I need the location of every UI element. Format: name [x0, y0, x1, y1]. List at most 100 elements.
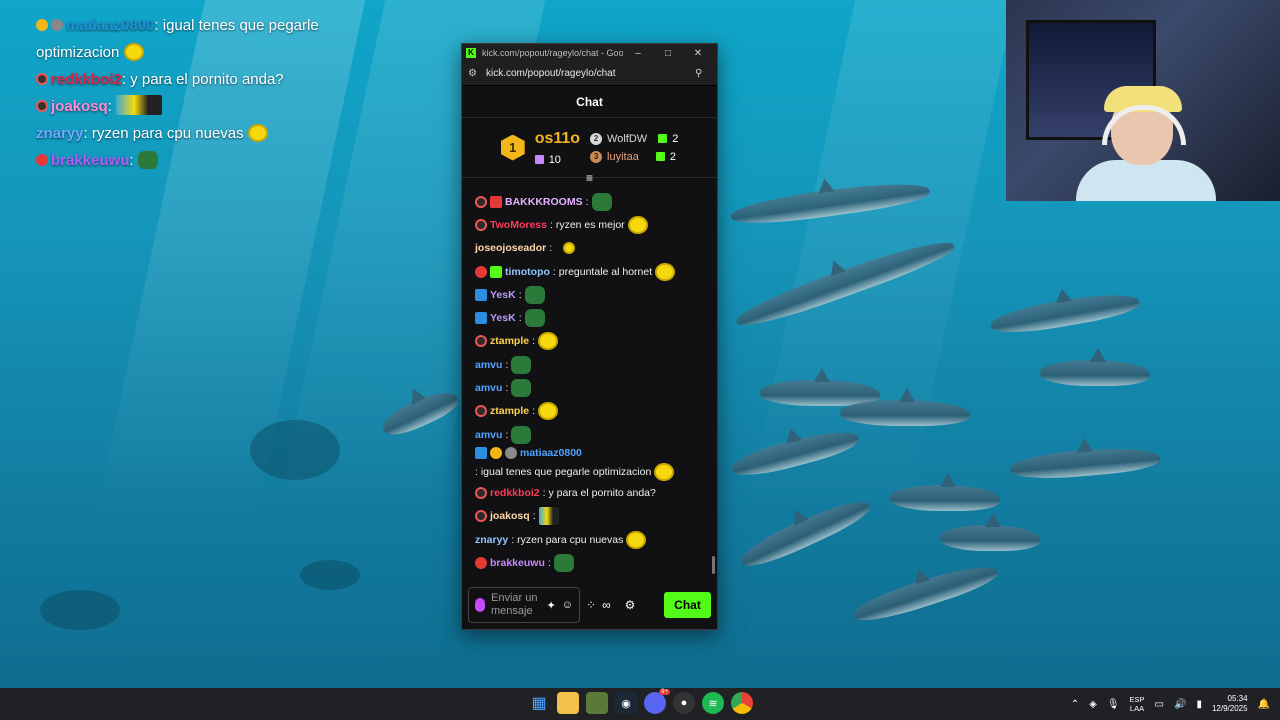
- windows-taskbar: ▦ ◉ 9+ ● ≋ ⌃ ◈ 🎙 ESP LAA ▭ 🔊 ▮ 05:34 12/…: [0, 688, 1280, 720]
- message-text: :: [518, 288, 522, 301]
- sparkle-icon[interactable]: ✦: [547, 599, 556, 612]
- discord-icon[interactable]: 9+: [644, 689, 670, 714]
- show-hidden-icons-chevron-icon[interactable]: ⌃: [1071, 699, 1079, 710]
- chat-message[interactable]: TwoMoress: ryzen es mejor: [475, 213, 707, 236]
- start-menu-icon[interactable]: ▦: [528, 692, 550, 714]
- expand-leaderboard-icon[interactable]: ≡: [586, 171, 593, 185]
- webcam-person-body: [1076, 160, 1216, 201]
- leaderboard-first: os11o 10: [534, 130, 580, 166]
- leaderboard-second-gifts: 2: [672, 132, 679, 145]
- site-info-icon[interactable]: ⚙: [468, 68, 484, 79]
- gift-icon: [658, 134, 668, 143]
- chat-message[interactable]: BAKKKROOMS:: [475, 190, 707, 213]
- message-username[interactable]: ztample: [490, 404, 529, 418]
- message-username[interactable]: BAKKKROOMS: [505, 195, 583, 209]
- address-bar[interactable]: ⚙ kick.com/popout/rageylo/chat ⚲: [462, 62, 717, 86]
- gift-icon: [655, 152, 665, 161]
- message-username[interactable]: YesK: [490, 288, 516, 302]
- red-badge-icon: [475, 556, 487, 569]
- message-username[interactable]: ztample: [490, 334, 529, 348]
- chat-input[interactable]: Enviar un mensaje ✦ ☺: [468, 587, 580, 623]
- message-text: :: [547, 556, 551, 569]
- message-username[interactable]: TwoMoress: [490, 218, 547, 232]
- notifications-icon[interactable]: 🔔: [1258, 699, 1270, 710]
- language-indicator[interactable]: ESP LAA: [1130, 695, 1145, 713]
- file-explorer-icon[interactable]: [557, 692, 579, 714]
- points-icon[interactable]: ⁘: [586, 598, 596, 612]
- emote-icon: [123, 43, 144, 61]
- spotify-icon[interactable]: ≋: [702, 692, 724, 714]
- infinity-icon[interactable]: ∞: [602, 598, 611, 612]
- emote-icon: [538, 507, 559, 526]
- chat-message[interactable]: amvu:: [475, 353, 707, 376]
- minimize-button[interactable]: –: [623, 48, 653, 59]
- message-username[interactable]: timotopo: [505, 265, 550, 279]
- message-username[interactable]: brakkeuwu: [490, 556, 545, 570]
- message-username[interactable]: amvu: [475, 381, 502, 395]
- chat-input-placeholder[interactable]: Enviar un mensaje: [491, 592, 541, 618]
- leaderboard-first-name[interactable]: os11o: [535, 130, 580, 148]
- overlay-username: matiaaz0800: [66, 17, 155, 34]
- close-button[interactable]: ✕: [683, 48, 713, 59]
- chat-message[interactable]: matiaaz0800: igual tenes que pegarle opt…: [475, 446, 707, 482]
- volume-icon[interactable]: 🔊: [1174, 699, 1186, 710]
- chat-message[interactable]: YesK:: [475, 283, 707, 306]
- settings-gear-icon[interactable]: ⚙: [625, 598, 636, 612]
- message-username[interactable]: joseojoseador: [475, 241, 546, 255]
- coral-rock: [40, 590, 120, 630]
- chat-message[interactable]: YesK:: [475, 306, 707, 329]
- chat-message[interactable]: brakkeuwu:: [475, 551, 707, 574]
- message-username[interactable]: YesK: [490, 311, 516, 325]
- chat-message[interactable]: znaryy: ryzen para cpu nuevas: [475, 528, 707, 551]
- coral-rock: [250, 420, 340, 480]
- message-username[interactable]: amvu: [475, 358, 502, 372]
- leaderboard-second-name[interactable]: WolfDW: [607, 133, 647, 145]
- chat-message[interactable]: ztample:: [475, 400, 707, 423]
- network-icon[interactable]: ▭: [1155, 699, 1164, 710]
- browser-popup-window[interactable]: K kick.com/popout/rageylo/chat - Google.…: [461, 43, 718, 630]
- microphone-tray-icon[interactable]: 🎙: [1107, 699, 1120, 710]
- zoom-icon[interactable]: ⚲: [695, 68, 711, 79]
- mod-badge-icon: [475, 405, 487, 418]
- mod-badge-icon: [475, 335, 487, 348]
- message-username[interactable]: znaryy: [475, 533, 508, 547]
- overlay-text: : ryzen para cpu nuevas: [83, 125, 244, 142]
- gold-badge-icon: [36, 19, 48, 31]
- chat-scrollbar[interactable]: [712, 556, 715, 574]
- minecraft-icon[interactable]: [586, 692, 608, 714]
- battery-icon[interactable]: ▮: [1196, 699, 1202, 710]
- overlay-line: redkkboi2: y para el pornito anda?: [36, 66, 396, 93]
- chat-message[interactable]: joseojoseador:: [475, 237, 707, 260]
- steam-icon[interactable]: ◉: [615, 692, 637, 714]
- emoji-icon[interactable]: ☺: [562, 599, 573, 611]
- chat-message[interactable]: timotopo: preguntale al hornet: [475, 260, 707, 283]
- clock[interactable]: 05:34 12/9/2025: [1212, 694, 1248, 714]
- chat-message[interactable]: joakosq:: [475, 505, 707, 528]
- chat-messages[interactable]: BAKKKROOMS: TwoMoress: ryzen es mejor jose…: [462, 186, 717, 581]
- leaderboard-third-name[interactable]: luyitaa: [607, 151, 639, 163]
- window-titlebar[interactable]: K kick.com/popout/rageylo/chat - Google.…: [462, 44, 717, 62]
- message-text: : y para el pornito anda?: [542, 486, 656, 499]
- chat-message[interactable]: ztample:: [475, 330, 707, 353]
- microphone-icon[interactable]: [475, 598, 485, 612]
- message-username[interactable]: redkkboi2: [490, 486, 540, 500]
- dolphin: [1009, 443, 1161, 483]
- chat-message[interactable]: amvu:: [475, 376, 707, 399]
- emote-icon: [524, 285, 545, 304]
- dolphin: [1040, 348, 1150, 386]
- dolphin: [840, 388, 970, 426]
- message-username[interactable]: matiaaz0800: [520, 446, 582, 460]
- defender-icon[interactable]: ◈: [1089, 699, 1097, 710]
- chrome-icon[interactable]: [731, 692, 753, 714]
- mod-badge-icon: [475, 486, 487, 499]
- message-text: : ryzen es mejor: [549, 218, 625, 231]
- message-username[interactable]: joakosq: [490, 509, 530, 523]
- url-text[interactable]: kick.com/popout/rageylo/chat: [486, 68, 695, 79]
- obs-icon[interactable]: ●: [673, 692, 695, 714]
- message-username[interactable]: amvu: [475, 428, 502, 442]
- chat-message[interactable]: amvu:: [475, 423, 707, 446]
- overlay-text: : y para el pornito anda?: [121, 71, 284, 88]
- send-chat-button[interactable]: Chat: [664, 592, 711, 618]
- maximize-button[interactable]: □: [653, 48, 683, 59]
- chat-message[interactable]: redkkboi2: y para el pornito anda?: [475, 481, 707, 504]
